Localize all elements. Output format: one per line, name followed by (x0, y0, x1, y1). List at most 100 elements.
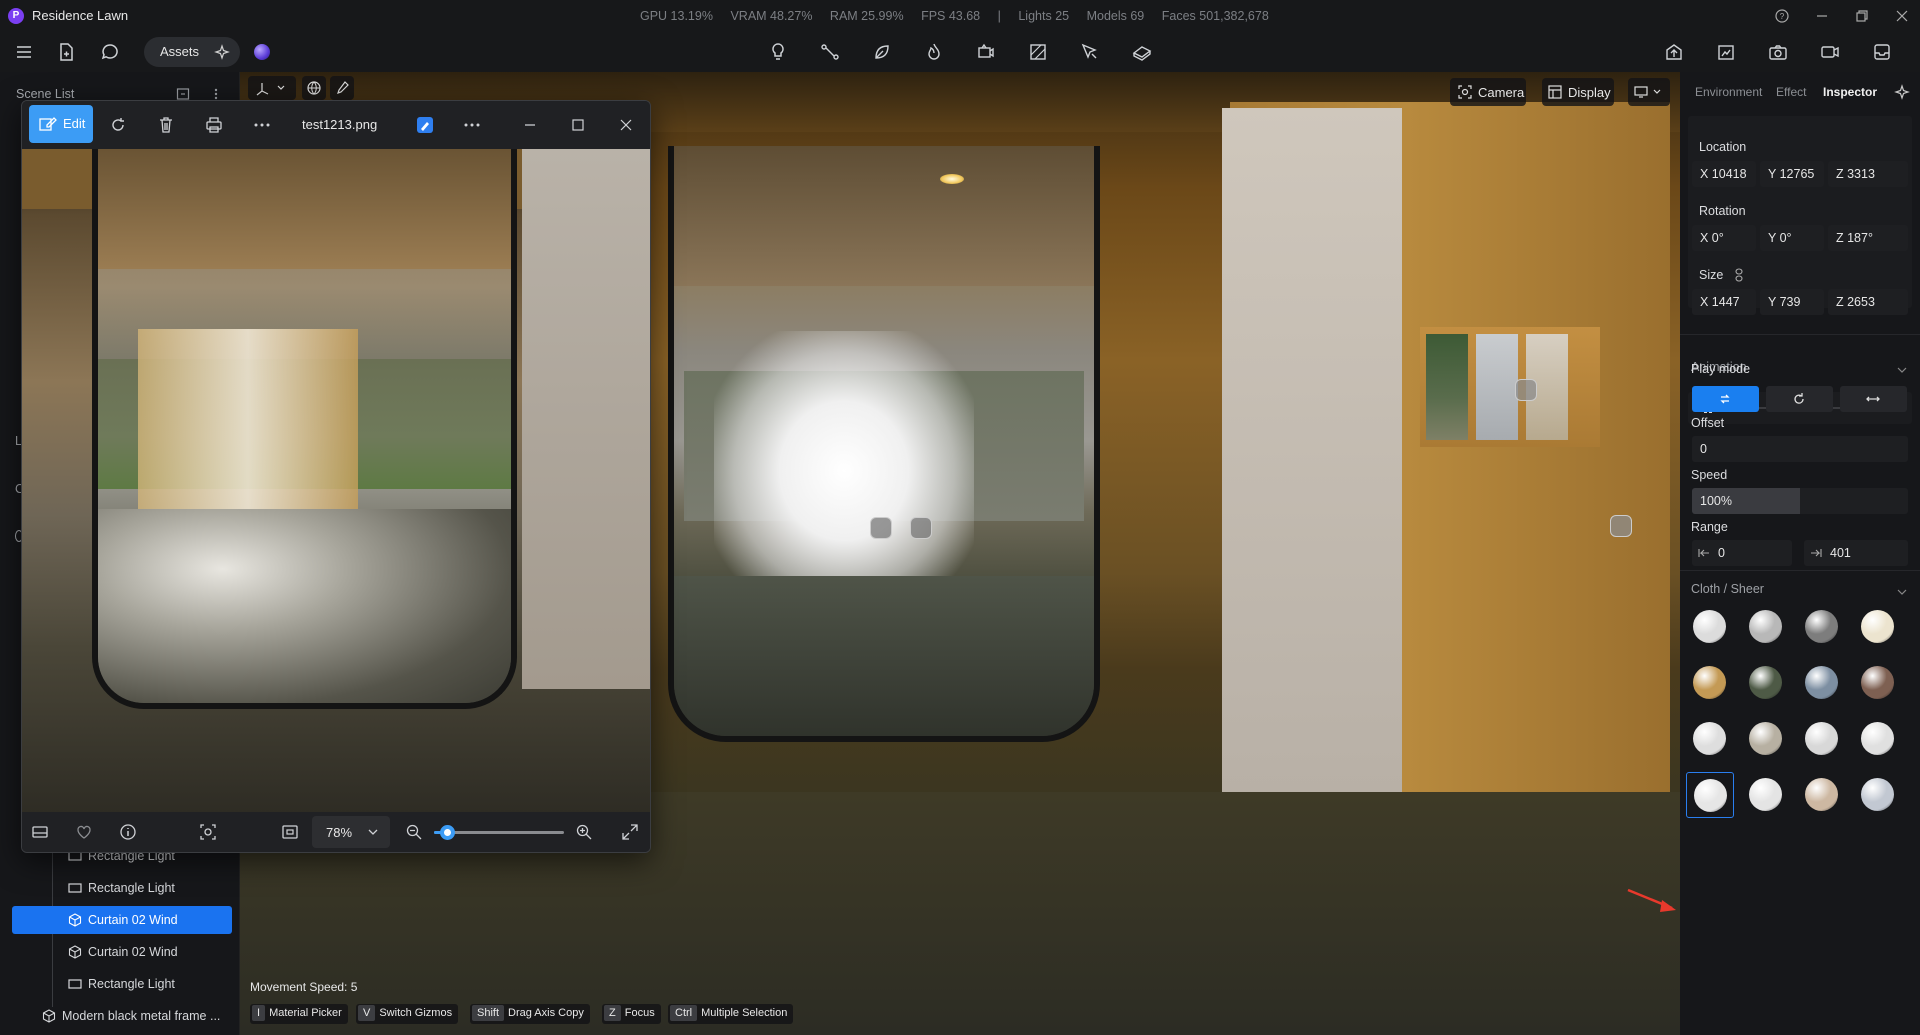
material-swatch[interactable] (1798, 716, 1846, 762)
tree-item-curtain-02-wind[interactable]: Curtain 02 Wind (52, 938, 232, 966)
material-swatch[interactable] (1742, 660, 1790, 706)
export-image-icon[interactable] (1714, 40, 1738, 64)
zoom-slider[interactable] (434, 825, 564, 840)
fire-tool-icon[interactable] (922, 40, 946, 64)
offset-field[interactable]: 0 (1692, 436, 1908, 462)
zoom-slider-knob[interactable] (440, 825, 455, 840)
range-end-field[interactable]: 401 (1804, 540, 1908, 566)
tab-effect[interactable]: Effect (1776, 85, 1806, 99)
maximize-icon[interactable] (568, 115, 588, 135)
zoom-in-icon[interactable] (574, 822, 594, 842)
play-mode-loop-button[interactable] (1692, 386, 1759, 412)
material-swatch[interactable] (1686, 716, 1734, 762)
chevron-down-icon[interactable] (1896, 586, 1908, 598)
print-icon[interactable] (204, 115, 224, 135)
material-swatch[interactable] (1686, 772, 1734, 818)
material-swatch[interactable] (1686, 660, 1734, 706)
add-group-icon[interactable] (176, 87, 190, 101)
light-gizmo-icon-2[interactable] (1515, 379, 1537, 401)
rotation-y-field[interactable]: Y 0° (1760, 225, 1824, 251)
transform-mode-dropdown[interactable] (248, 76, 296, 100)
tree-item-metal-frame[interactable]: Modern black metal frame ... (26, 1002, 236, 1030)
play-mode-pingpong-button[interactable] (1840, 386, 1907, 412)
leaf-tool-icon[interactable] (870, 40, 894, 64)
view-options-dropdown[interactable] (1628, 78, 1670, 106)
favorite-heart-icon[interactable] (74, 822, 94, 842)
edit-button[interactable]: Edit (29, 105, 93, 143)
image-canvas[interactable] (22, 149, 650, 814)
fullscreen-icon[interactable] (620, 822, 640, 842)
info-icon[interactable] (118, 822, 138, 842)
chat-icon[interactable] (98, 40, 122, 64)
location-x-field[interactable]: X 10418 (1692, 161, 1756, 187)
screenshot-camera-icon[interactable] (1766, 40, 1790, 64)
link-proportion-icon[interactable] (1734, 268, 1744, 282)
moon-gizmo-icon[interactable] (870, 517, 892, 539)
tree-item-curtain-02-wind-selected[interactable]: Curtain 02 Wind (12, 906, 232, 934)
assets-button[interactable]: Assets (144, 37, 240, 67)
speed-field[interactable]: 100% (1692, 488, 1908, 514)
location-y-field[interactable]: Y 12765 (1760, 161, 1824, 187)
display-button[interactable]: Display (1542, 78, 1614, 106)
chevron-down-icon[interactable] (1896, 364, 1908, 376)
upload-cloud-icon[interactable] (1662, 40, 1686, 64)
minimize-icon[interactable] (520, 115, 540, 135)
menu-icon[interactable] (12, 40, 36, 64)
material-swatch[interactable] (1798, 660, 1846, 706)
material-swatch[interactable] (1742, 604, 1790, 650)
camera-track-tool-icon[interactable] (974, 40, 998, 64)
rotation-x-field[interactable]: X 0° (1692, 225, 1756, 251)
size-x-field[interactable]: X 1447 (1692, 289, 1756, 315)
material-swatch[interactable] (1854, 716, 1902, 762)
rotate-icon[interactable] (108, 115, 128, 135)
visual-search-icon[interactable] (198, 822, 218, 842)
material-swatch[interactable] (1798, 604, 1846, 650)
new-file-icon[interactable] (54, 40, 78, 64)
light-bulb-tool-icon[interactable] (766, 40, 790, 64)
delete-icon[interactable] (156, 115, 176, 135)
zoom-select[interactable]: 78% (312, 816, 390, 848)
material-swatch[interactable] (1742, 772, 1790, 818)
section-tool-icon[interactable] (1026, 40, 1050, 64)
zoom-out-icon[interactable] (404, 822, 424, 842)
material-swatch[interactable] (1686, 604, 1734, 650)
glass-mirror-object[interactable] (668, 146, 1100, 742)
more-options-icon[interactable] (212, 87, 220, 101)
bulb-gizmo-icon[interactable] (910, 517, 932, 539)
tab-environment[interactable]: Environment (1695, 85, 1762, 99)
camera-button[interactable]: Camera (1450, 78, 1526, 106)
material-swatch[interactable] (1798, 772, 1846, 818)
range-start-field[interactable]: 0 (1692, 540, 1792, 566)
material-swatch[interactable] (1854, 604, 1902, 650)
help-icon[interactable]: ? (1772, 6, 1792, 26)
eyedropper-icon[interactable] (330, 76, 354, 100)
restore-icon[interactable] (1852, 6, 1872, 26)
more-icon[interactable] (252, 115, 272, 135)
more-icon-2[interactable] (462, 115, 482, 135)
rotation-z-field[interactable]: Z 187° (1828, 225, 1908, 251)
inbox-icon[interactable] (1870, 40, 1894, 64)
filmstrip-icon[interactable] (30, 822, 50, 842)
world-space-icon[interactable] (302, 76, 326, 100)
tree-item-rectangle-light-2[interactable]: Rectangle Light (52, 874, 232, 902)
size-z-field[interactable]: Z 2653 (1828, 289, 1908, 315)
location-z-field[interactable]: Z 3313 (1828, 161, 1908, 187)
measure-tool-icon[interactable] (1078, 40, 1102, 64)
designer-app-icon[interactable] (415, 115, 435, 135)
tab-inspector[interactable]: Inspector (1823, 85, 1877, 99)
size-y-field[interactable]: Y 739 (1760, 289, 1824, 315)
ai-orb-icon[interactable] (254, 44, 270, 60)
eraser-tool-icon[interactable] (1130, 40, 1154, 64)
ai-sparkle-icon[interactable] (1894, 84, 1910, 100)
tree-item-rectangle-light-3[interactable]: Rectangle Light (52, 970, 232, 998)
path-tool-icon[interactable] (818, 40, 842, 64)
minimize-icon[interactable] (1812, 6, 1832, 26)
video-record-icon[interactable] (1818, 40, 1842, 64)
play-mode-once-button[interactable] (1766, 386, 1833, 412)
bulb-gizmo-icon-2[interactable] (1610, 515, 1632, 537)
close-icon[interactable] (616, 115, 636, 135)
photo-viewer-window[interactable]: Edit test1213.png 78% (21, 100, 651, 853)
material-swatch[interactable] (1742, 716, 1790, 762)
material-swatch[interactable] (1854, 660, 1902, 706)
close-icon[interactable] (1892, 6, 1912, 26)
